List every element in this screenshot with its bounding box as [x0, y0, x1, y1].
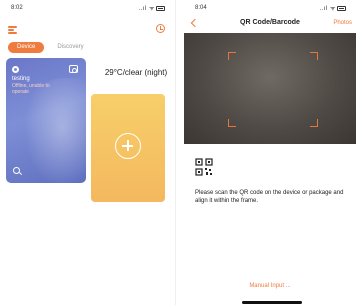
- photos-button[interactable]: Photos: [333, 20, 352, 26]
- qr-code-icon: [195, 158, 213, 176]
- add-icon[interactable]: [115, 133, 141, 159]
- frame-corner-top-right: [310, 52, 318, 60]
- frame-corner-bottom-right: [310, 119, 318, 127]
- tab-bar: Device Discovery: [8, 41, 93, 53]
- menu-icon[interactable]: [8, 26, 17, 34]
- tab-discovery[interactable]: Discovery: [48, 42, 92, 53]
- frame-corner-top-left: [228, 52, 236, 60]
- qr-scan-screen: 8:04 ..ıl ᯤ QR Code/Barcode Photos Pleas…: [184, 0, 356, 305]
- tab-device[interactable]: Device: [8, 41, 45, 53]
- device-status: Offline, unable to operate: [12, 83, 50, 95]
- add-device-card[interactable]: [91, 94, 165, 202]
- status-bar: 8:04 ..ıl ᯤ: [184, 5, 356, 13]
- app-comparison: 8:02 ..ıl ᯤ Device Discovery testing Off…: [0, 0, 356, 305]
- status-bar: 8:02 ..ıl ᯤ: [0, 5, 175, 13]
- device-home-screen: 8:02 ..ıl ᯤ Device Discovery testing Off…: [0, 0, 176, 305]
- battery-icon: [156, 6, 165, 11]
- signal-wifi-icon: ..ıl ᯤ: [320, 4, 346, 12]
- weather-text: 29°C/clear (night): [104, 68, 168, 77]
- clock-icon[interactable]: [156, 24, 165, 33]
- page-title: QR Code/Barcode: [240, 19, 300, 26]
- user-icon: [12, 66, 19, 73]
- device-name: testing: [12, 76, 30, 82]
- settings-icon[interactable]: [69, 65, 78, 73]
- device-card[interactable]: testing Offline, unable to operate: [6, 58, 86, 183]
- scan-instructions: Please scan the QR code on the device or…: [195, 190, 344, 204]
- status-time: 8:02: [11, 5, 23, 11]
- manual-input-link[interactable]: Manual Input ...: [184, 283, 356, 289]
- search-icon[interactable]: [13, 167, 20, 174]
- home-indicator: [242, 301, 302, 304]
- camera-viewfinder: [184, 33, 356, 144]
- status-time: 8:04: [195, 5, 207, 11]
- signal-wifi-icon: ..ıl ᯤ: [139, 4, 165, 12]
- frame-corner-bottom-left: [228, 119, 236, 127]
- battery-icon: [337, 6, 346, 11]
